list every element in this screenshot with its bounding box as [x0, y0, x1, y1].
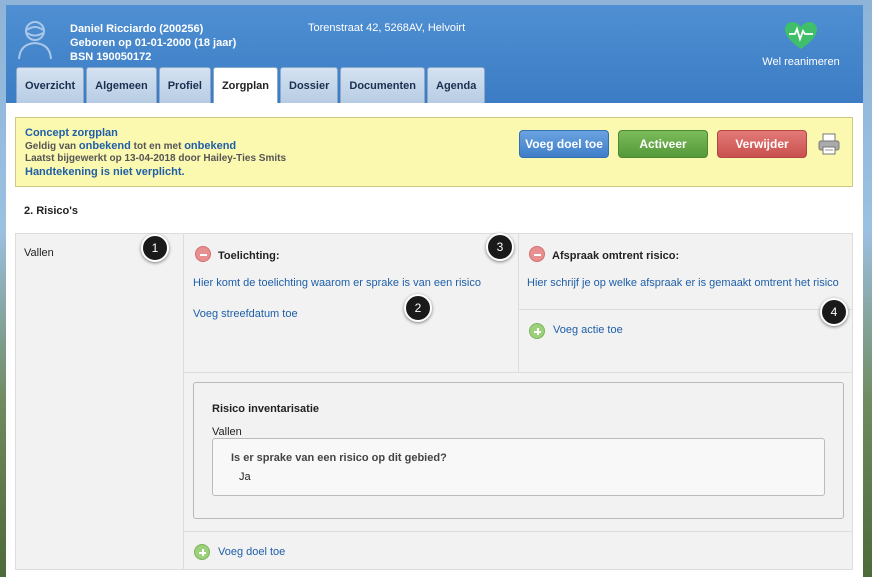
section-title: 2. Risico's: [24, 205, 78, 217]
banner-title: Concept zorgplan: [25, 127, 118, 139]
tab-dossier[interactable]: Dossier: [280, 67, 339, 103]
signature-link[interactable]: Handtekening is niet verplicht.: [25, 166, 286, 179]
validity-prefix: Geldig van: [25, 140, 79, 152]
add-goal-row: Voeg doel toe: [184, 531, 852, 569]
main-tabs: Overzicht Algemeen Profiel Zorgplan Doss…: [16, 67, 486, 103]
add-target-date-link[interactable]: Voeg streefdatum toe: [193, 308, 298, 320]
app-window: Daniel Ricciardo (200256) Geboren op 01-…: [6, 5, 863, 577]
reanimation-status[interactable]: Wel reanimeren: [761, 21, 841, 68]
add-goal-link[interactable]: Voeg doel toe: [218, 546, 285, 558]
concept-banner: Concept zorgplan Geldig van onbekend tot…: [15, 117, 853, 187]
add-goal-button[interactable]: Voeg doel toe: [519, 130, 609, 158]
annotation-marker-1: 1: [141, 234, 169, 262]
printer-icon[interactable]: [817, 132, 841, 156]
tab-algemeen[interactable]: Algemeen: [86, 67, 157, 103]
afspraak-cell: Afspraak omtrent risico: Hier schrijf je…: [519, 234, 852, 373]
patient-info: Daniel Ricciardo (200256) Geboren op 01-…: [70, 22, 236, 64]
valid-from-link[interactable]: onbekend: [79, 140, 131, 152]
add-action-icon[interactable]: [529, 323, 545, 339]
tab-agenda[interactable]: Agenda: [427, 67, 486, 103]
toelichting-cell: Toelichting: Hier komt de toelichting wa…: [184, 234, 519, 373]
inventory-answer: Ja: [239, 471, 251, 483]
remove-toelichting-icon[interactable]: [195, 246, 211, 262]
heart-pulse-icon: [785, 22, 817, 49]
banner-updated: Laatst bijgewerkt op 13-04-2018 door Hai…: [25, 153, 287, 164]
add-action-link[interactable]: Voeg actie toe: [553, 324, 623, 336]
risk-grid: Vallen Toelichting: Hier komt de toelich…: [15, 233, 853, 570]
annotation-marker-3: 3: [486, 233, 514, 261]
afspraak-divider: [519, 309, 852, 310]
risk-label: Vallen: [24, 247, 54, 259]
validity-mid: tot en met: [130, 140, 185, 152]
activate-button[interactable]: Activeer: [618, 130, 708, 158]
patient-address: Torenstraat 42, 5268AV, Helvoirt: [308, 22, 466, 34]
valid-to-link[interactable]: onbekend: [184, 140, 236, 152]
toelichting-header: Toelichting:: [218, 250, 280, 262]
tab-overzicht[interactable]: Overzicht: [16, 67, 85, 103]
inventory-title: Risico inventarisatie: [212, 403, 319, 415]
tab-profiel[interactable]: Profiel: [158, 67, 211, 103]
add-goal-icon[interactable]: [194, 544, 210, 560]
question-box: Is er sprake van een risico op dit gebie…: [212, 438, 825, 496]
patient-header: Daniel Ricciardo (200256) Geboren op 01-…: [6, 5, 863, 103]
annotation-marker-2: 2: [404, 294, 432, 322]
inventory-subject: Vallen: [212, 426, 242, 438]
tab-zorgplan[interactable]: Zorgplan: [212, 67, 279, 103]
inventory-question: Is er sprake van een risico op dit gebie…: [231, 452, 447, 464]
reanimation-label: Wel reanimeren: [762, 56, 840, 68]
tab-documenten[interactable]: Documenten: [340, 67, 425, 103]
patient-avatar-icon: [18, 21, 52, 60]
risk-label-column: Vallen: [16, 234, 184, 569]
afspraak-header: Afspraak omtrent risico:: [552, 250, 680, 262]
remove-afspraak-icon[interactable]: [529, 246, 545, 262]
afspraak-text[interactable]: Hier schrijf je op welke afspraak er is …: [527, 277, 839, 289]
delete-button[interactable]: Verwijder: [717, 130, 807, 158]
patient-bsn: BSN 190050172: [70, 51, 152, 63]
risk-inventory-panel: Risico inventarisatie Vallen Is er sprak…: [193, 382, 844, 519]
annotation-marker-4: 4: [820, 298, 848, 326]
patient-name: Daniel Ricciardo (200256): [70, 23, 204, 35]
banner-validity: Geldig van onbekend tot en met onbekend: [25, 140, 286, 154]
toelichting-text[interactable]: Hier komt de toelichting waarom er sprak…: [193, 277, 481, 289]
patient-birthdate: Geboren op 01-01-2000 (18 jaar): [70, 37, 237, 49]
